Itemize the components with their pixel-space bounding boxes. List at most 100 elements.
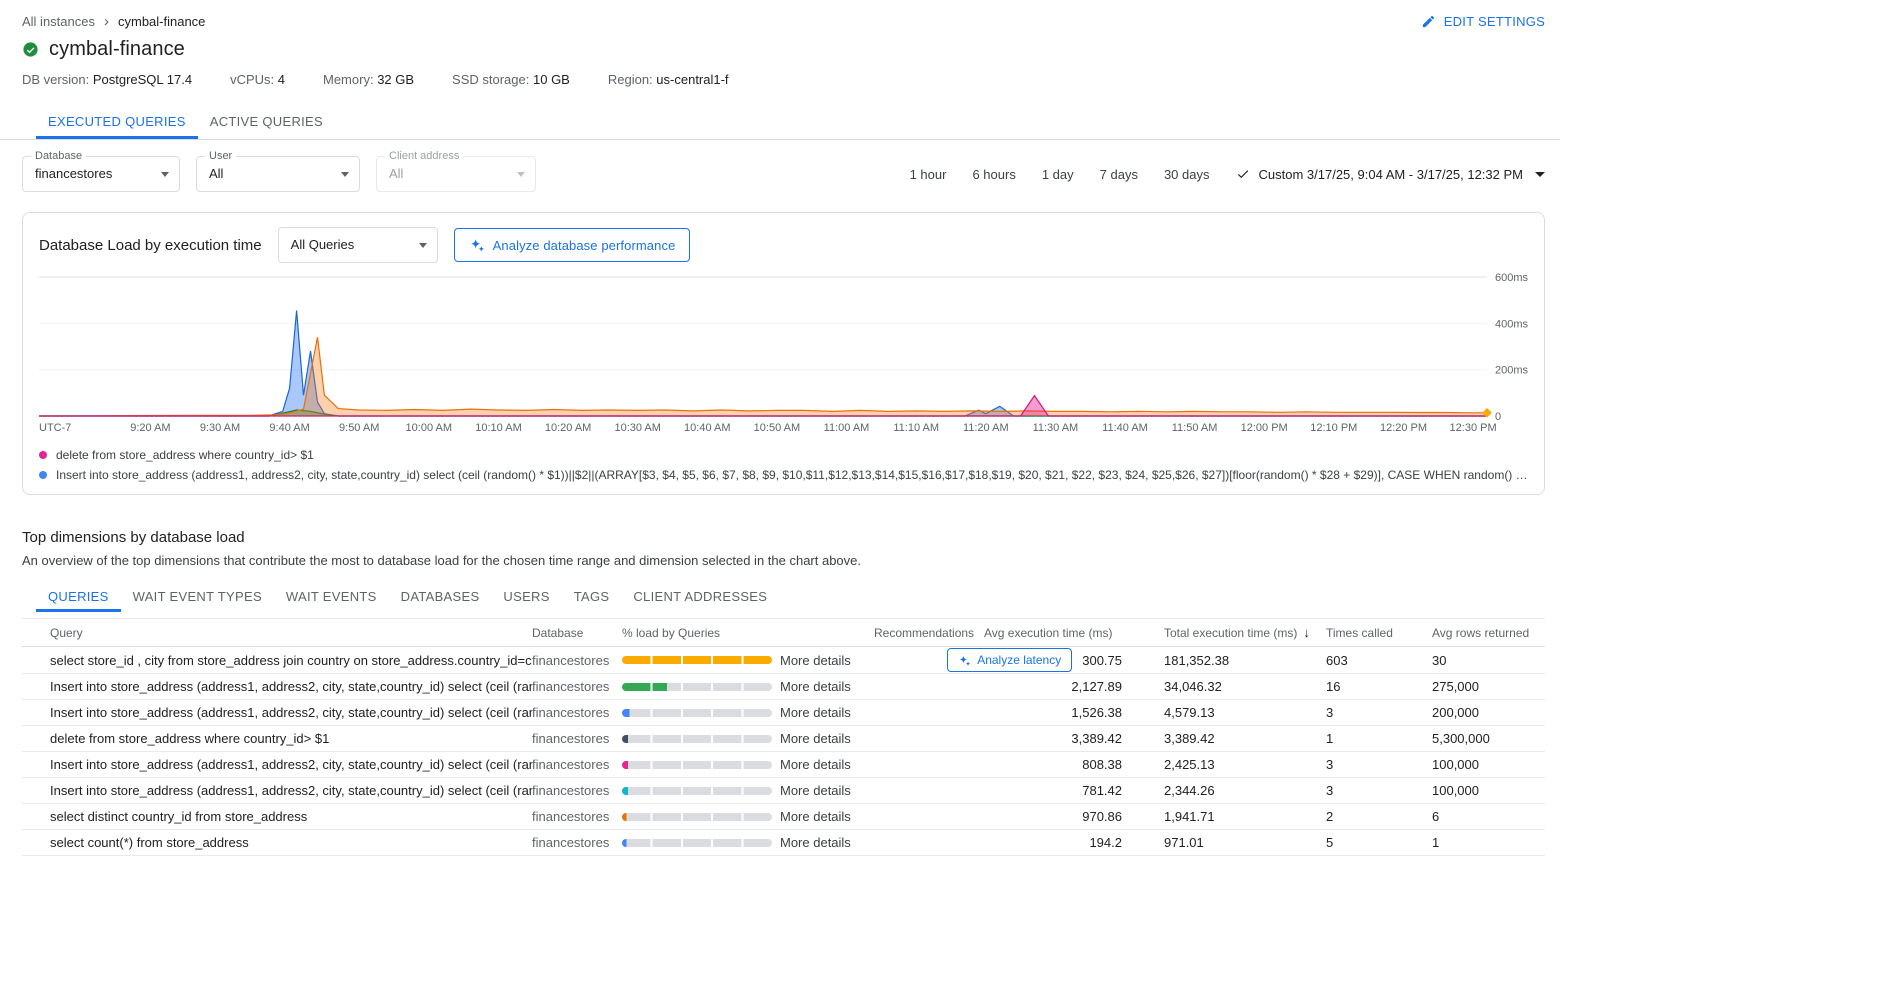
tab-users[interactable]: USERS	[491, 582, 561, 612]
more-details-link[interactable]: More details	[780, 705, 851, 720]
query-cell[interactable]: delete from store_address where country_…	[22, 731, 532, 746]
column-header-times-called[interactable]: Times called	[1326, 626, 1432, 640]
tab-wait-event-types[interactable]: WAIT EVENT TYPES	[121, 582, 274, 612]
query-cell[interactable]: select distinct country_id from store_ad…	[22, 809, 532, 824]
meta-item-db-version: DB version: PostgreSQL 17.4	[22, 72, 192, 87]
tab-wait-events[interactable]: WAIT EVENTS	[274, 582, 389, 612]
user-filter-select[interactable]: User All	[196, 156, 360, 192]
more-details-link[interactable]: More details	[780, 653, 851, 668]
more-details-link[interactable]: More details	[780, 783, 851, 798]
database-cell: financestores	[532, 705, 622, 720]
database-load-chart[interactable]: 600ms400ms200ms0UTC-79:20 AM9:30 AM9:40 …	[39, 273, 1528, 444]
analyze-database-performance-button[interactable]: Analyze database performance	[454, 228, 691, 262]
breadcrumb-chevron-icon: ›	[104, 15, 109, 28]
query-cell[interactable]: Insert into store_address (address1, add…	[22, 679, 532, 694]
avg-execution-time-cell: 1,526.38	[984, 705, 1130, 720]
tab-queries[interactable]: QUERIES	[36, 582, 121, 612]
analyze-latency-button[interactable]: Analyze latency	[947, 648, 1072, 672]
client-address-filter-select[interactable]: Client address All	[376, 156, 536, 192]
column-header-query[interactable]: Query	[22, 626, 532, 640]
query-filter-select[interactable]: All Queries	[278, 227, 438, 263]
x-axis-label: 11:00 AM	[824, 422, 870, 434]
x-axis-label: 10:00 AM	[406, 422, 452, 434]
query-filter-value: All Queries	[279, 228, 437, 262]
main-tabs: EXECUTED QUERIESACTIVE QUERIES	[36, 105, 1560, 139]
query-cell[interactable]: Insert into store_address (address1, add…	[22, 705, 532, 720]
x-axis-label: 12:20 PM	[1380, 422, 1427, 434]
query-cell[interactable]: Insert into store_address (address1, add…	[22, 783, 532, 798]
load-cell: More details	[622, 731, 874, 746]
more-details-link[interactable]: More details	[780, 757, 851, 772]
load-cell: More details	[622, 757, 874, 772]
table-row: select count(*) from store_addressfinanc…	[22, 830, 1545, 856]
load-cell: More details	[622, 705, 874, 720]
tab-databases[interactable]: DATABASES	[389, 582, 492, 612]
query-cell[interactable]: Insert into store_address (address1, add…	[22, 757, 532, 772]
avg-execution-time-cell: 808.38	[984, 757, 1130, 772]
top-dimensions-subtitle: An overview of the top dimensions that c…	[22, 553, 1545, 568]
x-axis-label: 11:10 AM	[893, 422, 939, 434]
time-range-30-days[interactable]: 30 days	[1164, 167, 1210, 182]
database-cell: financestores	[532, 757, 622, 772]
tab-executed-queries[interactable]: EXECUTED QUERIES	[36, 105, 198, 139]
time-range-1-hour[interactable]: 1 hour	[910, 167, 947, 182]
chart-legend: delete from store_address where country_…	[39, 448, 1528, 482]
top-dimensions-title: Top dimensions by database load	[22, 529, 1545, 546]
avg-rows-returned-cell: 100,000	[1432, 783, 1532, 798]
column-header-total-execution-time-ms[interactable]: Total execution time (ms)↓	[1164, 625, 1326, 640]
load-card-header: Database Load by execution time All Quer…	[39, 227, 1528, 263]
tab-client-addresses[interactable]: CLIENT ADDRESSES	[621, 582, 779, 612]
column-header-load-by-queries[interactable]: % load by Queries	[622, 626, 874, 640]
x-axis-label: UTC-7	[39, 422, 71, 434]
table-row: Insert into store_address (address1, add…	[22, 778, 1545, 804]
load-bar	[622, 761, 772, 769]
analyze-database-performance-label: Analyze database performance	[493, 238, 676, 253]
breadcrumb-all-instances[interactable]: All instances	[22, 14, 95, 29]
times-called-cell: 3	[1326, 705, 1432, 720]
column-header-avg-execution-time-ms[interactable]: Avg execution time (ms)	[984, 626, 1130, 640]
database-filter-select[interactable]: Database financestores	[22, 156, 180, 192]
edit-settings-button[interactable]: EDIT SETTINGS	[1421, 14, 1545, 29]
avg-rows-returned-cell: 5,300,000	[1432, 731, 1532, 746]
x-axis-label: 10:10 AM	[475, 422, 521, 434]
tab-active-queries[interactable]: ACTIVE QUERIES	[198, 105, 335, 139]
more-details-link[interactable]: More details	[780, 679, 851, 694]
load-bar	[622, 813, 772, 821]
column-header-database[interactable]: Database	[532, 626, 622, 640]
time-range-custom[interactable]: Custom 3/17/25, 9:04 AM - 3/17/25, 12:32…	[1236, 167, 1546, 182]
total-execution-time-cell: 34,046.32	[1164, 679, 1326, 694]
more-details-link[interactable]: More details	[780, 835, 851, 850]
query-cell[interactable]: select count(*) from store_address	[22, 835, 532, 850]
legend-item[interactable]: Insert into store_address (address1, add…	[39, 468, 1528, 482]
main-tabbar: EXECUTED QUERIESACTIVE QUERIES	[0, 105, 1560, 140]
user-filter-label: User	[205, 150, 236, 162]
x-axis-label: 9:50 AM	[339, 422, 379, 434]
table-header-row: QueryDatabase% load by QueriesRecommenda…	[22, 618, 1545, 647]
x-axis-label: 12:10 PM	[1310, 422, 1357, 434]
time-range-1-day[interactable]: 1 day	[1042, 167, 1074, 182]
column-header-recommendations[interactable]: Recommendations	[874, 626, 984, 640]
filter-row: Database financestores User All Client a…	[22, 156, 1545, 192]
database-load-card: Database Load by execution time All Quer…	[22, 212, 1545, 495]
x-axis-label: 10:40 AM	[684, 422, 730, 434]
query-cell[interactable]: select store_id , city from store_addres…	[22, 653, 532, 668]
more-details-link[interactable]: More details	[780, 731, 851, 746]
times-called-cell: 5	[1326, 835, 1432, 850]
dimension-tabs: QUERIESWAIT EVENT TYPESWAIT EVENTSDATABA…	[36, 582, 1545, 612]
times-called-cell: 16	[1326, 679, 1432, 694]
legend-item[interactable]: delete from store_address where country_…	[39, 448, 1528, 462]
load-cell: More details	[622, 809, 874, 824]
time-range-7-days[interactable]: 7 days	[1100, 167, 1138, 182]
query-insights-page: All instances › cymbal-finance EDIT SETT…	[0, 0, 1902, 985]
load-bar	[622, 787, 772, 795]
chevron-down-icon	[1535, 172, 1545, 177]
tab-tags[interactable]: TAGS	[562, 582, 622, 612]
times-called-cell: 3	[1326, 757, 1432, 772]
avg-rows-returned-cell: 1	[1432, 835, 1532, 850]
total-execution-time-cell: 2,344.26	[1164, 783, 1326, 798]
times-called-cell: 2	[1326, 809, 1432, 824]
column-header-avg-rows-returned[interactable]: Avg rows returned	[1432, 626, 1532, 640]
more-details-link[interactable]: More details	[780, 809, 851, 824]
time-range-6-hours[interactable]: 6 hours	[972, 167, 1015, 182]
y-axis-label: 600ms	[1495, 273, 1529, 284]
